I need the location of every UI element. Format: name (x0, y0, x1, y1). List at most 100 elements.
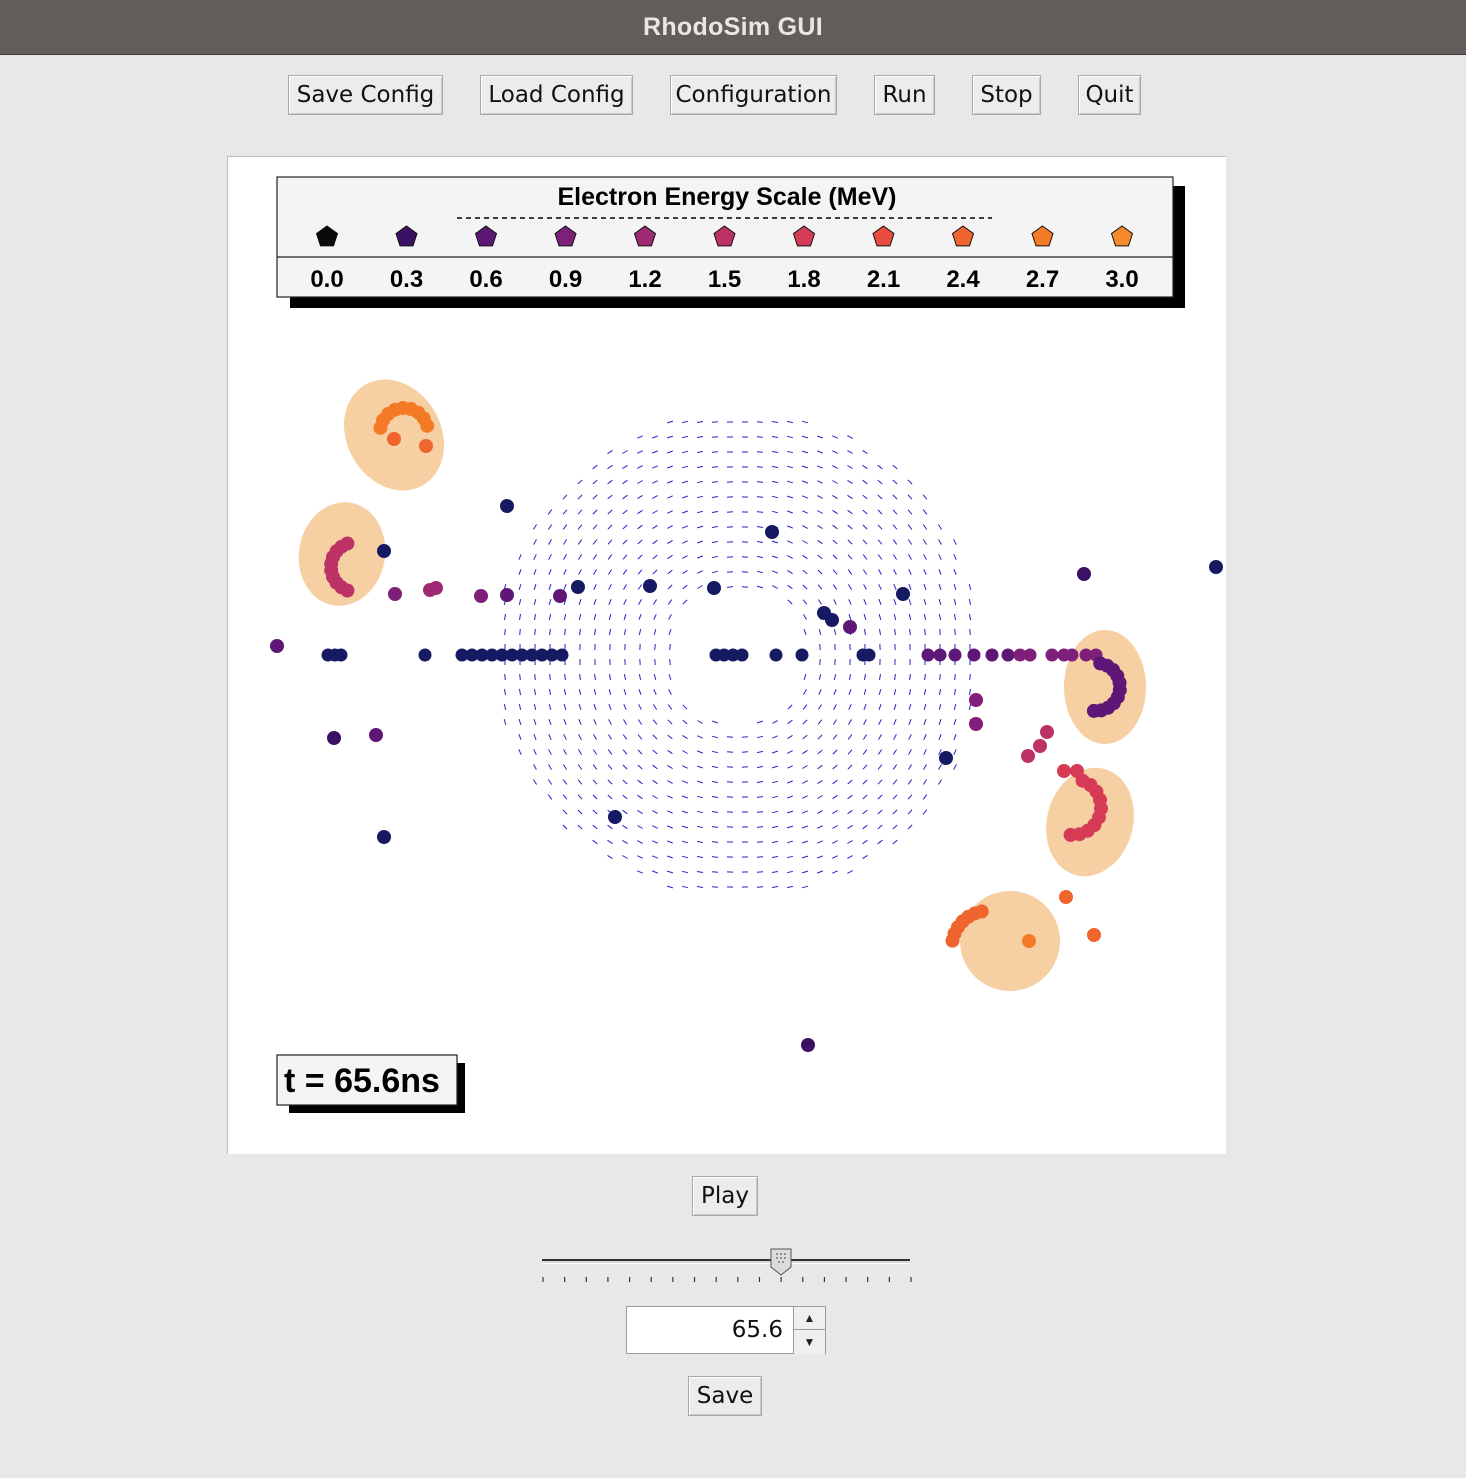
field-arrow (756, 765, 764, 769)
time-slider[interactable] (542, 1259, 910, 1264)
field-arrow (802, 554, 808, 560)
field-arrow (652, 435, 658, 439)
field-arrow (652, 795, 658, 799)
electron-particle (933, 648, 947, 662)
field-arrow (878, 569, 882, 575)
field-arrow (878, 599, 882, 605)
field-arrow (652, 539, 658, 545)
field-arrow (682, 734, 688, 740)
field-arrow (817, 450, 823, 454)
field-arrow (623, 673, 627, 681)
field-arrow (711, 570, 719, 574)
play-button[interactable]: Play (692, 1176, 758, 1216)
field-arrow (652, 719, 658, 725)
electron-particle (419, 439, 433, 453)
quit-button[interactable]: Quit (1078, 75, 1141, 115)
field-arrow (652, 450, 658, 454)
time-value[interactable]: 65.6 (732, 1317, 783, 1343)
load-config-button[interactable]: Load Config (480, 75, 633, 115)
decrement-arrow-icon[interactable]: ▼ (793, 1330, 825, 1354)
field-arrow (577, 764, 583, 770)
field-arrow (667, 525, 673, 529)
field-arrow (832, 779, 838, 785)
field-arrow (939, 628, 941, 636)
field-arrow (548, 688, 552, 696)
field-arrow (534, 614, 536, 620)
legend-label-9: 2.7 (1026, 266, 1059, 293)
field-arrow (772, 555, 778, 559)
field-arrow (923, 584, 927, 590)
field-arrow (682, 495, 688, 499)
increment-arrow-icon[interactable]: ▲ (793, 1307, 825, 1330)
field-arrow (939, 673, 941, 681)
legend-label-4: 1.2 (628, 266, 661, 293)
field-arrow (637, 870, 643, 874)
field-arrow (682, 704, 688, 710)
field-arrow (577, 539, 583, 545)
field-arrow (533, 749, 537, 755)
field-arrow (563, 554, 567, 560)
electron-particle (377, 830, 391, 844)
field-arrow (519, 673, 521, 681)
save-button[interactable]: Save (688, 1376, 762, 1416)
field-arrow (667, 480, 673, 484)
time-spinbox[interactable]: 65.6 ▲ ▼ (626, 1306, 826, 1354)
stop-button[interactable]: Stop (972, 75, 1041, 115)
field-arrow (922, 539, 928, 545)
field-arrow (862, 809, 868, 815)
field-arrow (638, 673, 642, 681)
field-arrow (607, 554, 613, 560)
field-arrow (548, 613, 552, 621)
field-arrow (892, 839, 898, 845)
electron-particle (1001, 648, 1015, 662)
configuration-button[interactable]: Configuration (670, 75, 837, 115)
field-arrow (578, 703, 582, 711)
field-arrow (653, 628, 657, 636)
field-arrow (892, 779, 898, 785)
field-arrow (756, 526, 764, 528)
field-arrow (756, 555, 764, 559)
field-arrow (682, 584, 688, 590)
field-arrow (786, 810, 794, 814)
field-arrow (607, 524, 613, 530)
field-arrow (652, 764, 658, 770)
field-arrow (579, 673, 581, 681)
field-arrow (803, 614, 807, 620)
field-arrow (726, 736, 734, 738)
field-arrow (711, 735, 719, 739)
field-arrow (681, 450, 689, 454)
field-arrow (832, 734, 838, 740)
field-arrow (937, 524, 943, 530)
field-arrow (711, 871, 719, 873)
field-arrow (711, 856, 719, 858)
field-arrow (519, 613, 521, 621)
field-arrow (802, 765, 808, 769)
field-arrow (652, 734, 658, 740)
field-arrow (622, 839, 628, 845)
field-arrow (622, 494, 628, 500)
field-arrow (549, 673, 551, 681)
field-arrow (862, 854, 868, 860)
field-arrow (877, 839, 883, 845)
slider-thumb[interactable] (770, 1248, 792, 1276)
field-arrow (833, 689, 837, 695)
field-arrow (696, 855, 704, 859)
field-arrow (817, 480, 823, 484)
field-arrow (802, 495, 808, 499)
run-button[interactable]: Run (874, 75, 935, 115)
field-arrow (652, 569, 658, 575)
field-arrow (802, 780, 808, 784)
field-arrow (696, 495, 704, 499)
field-arrow (832, 554, 838, 560)
field-arrow (908, 688, 912, 696)
field-arrow (637, 855, 643, 859)
field-arrow (847, 509, 853, 515)
field-arrow (533, 554, 537, 560)
field-arrow (833, 628, 837, 636)
field-arrow (696, 886, 704, 888)
field-arrow (711, 886, 719, 888)
electron-particle (474, 589, 488, 603)
field-arrow (832, 840, 838, 844)
field-arrow (817, 704, 823, 710)
save-config-button[interactable]: Save Config (288, 75, 443, 115)
